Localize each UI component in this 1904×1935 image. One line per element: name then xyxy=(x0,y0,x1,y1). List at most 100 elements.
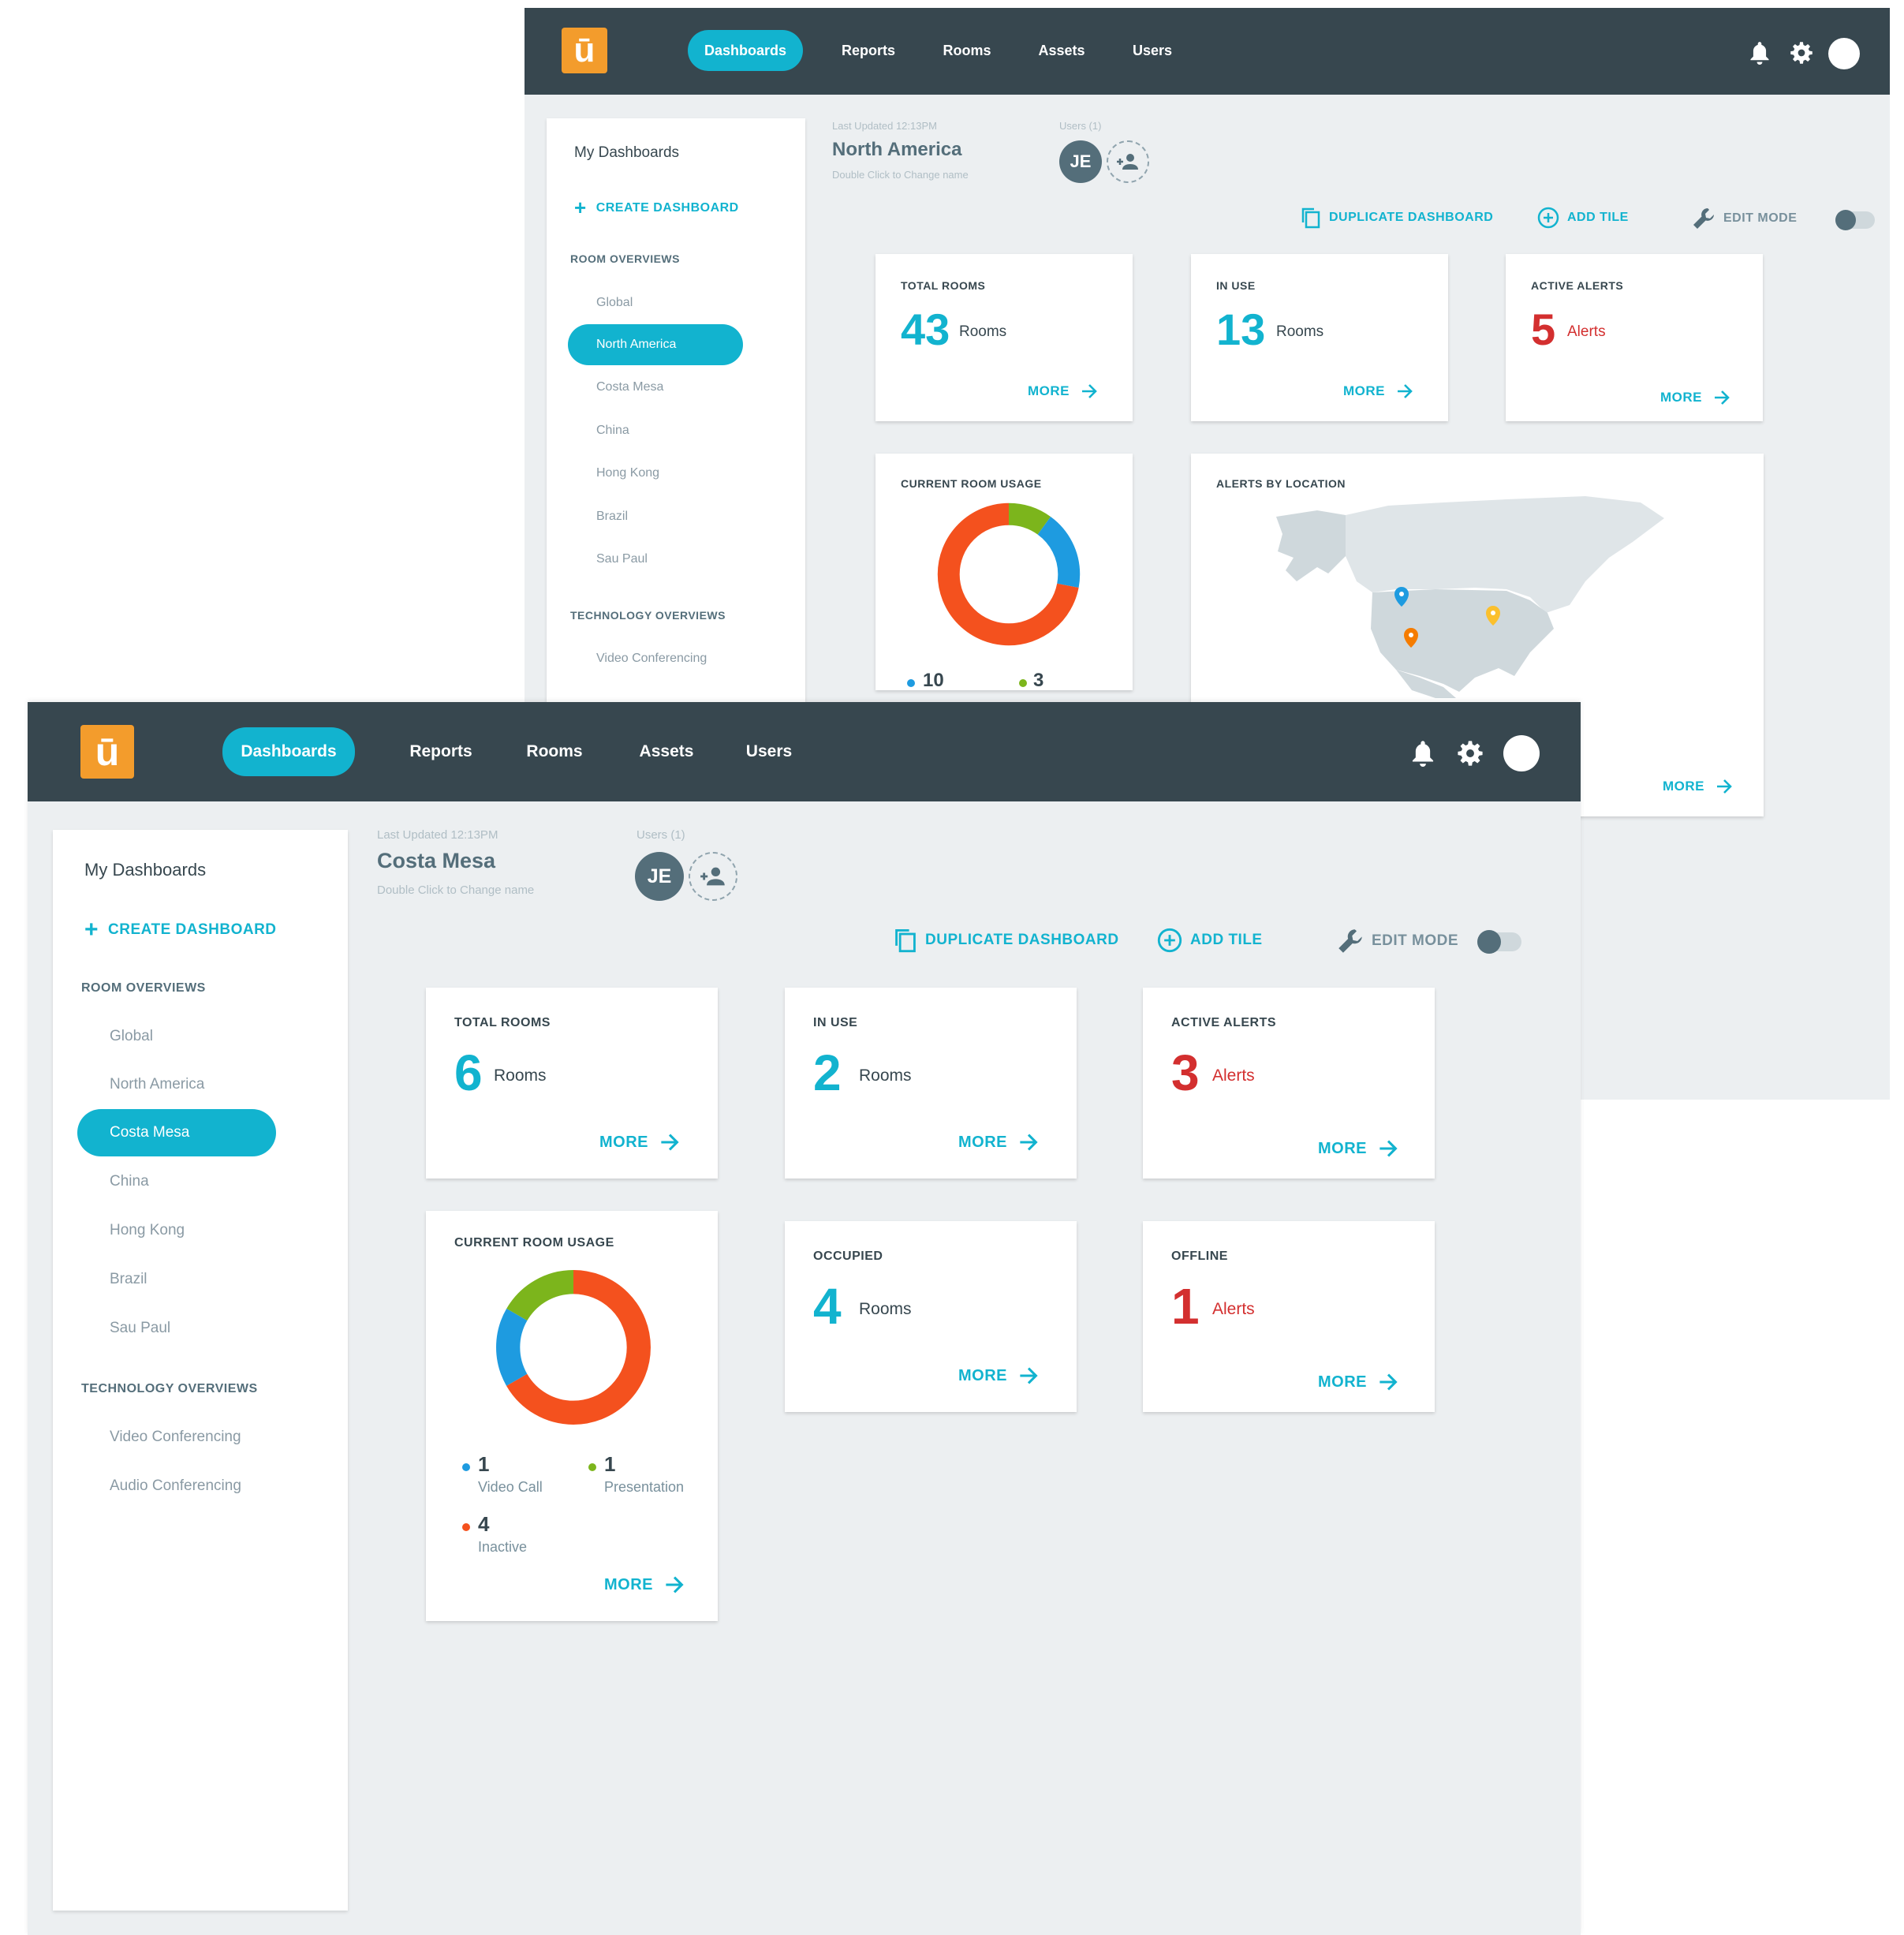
tile-current-room-usage[interactable]: CURRENT ROOM USAGE 1 Video Call 1 Presen… xyxy=(426,1211,718,1621)
duplicate-dashboard-label: DUPLICATE DASHBOARD xyxy=(1329,211,1494,224)
toggle-knob xyxy=(1835,210,1856,230)
more-link[interactable]: MORE xyxy=(1028,383,1098,399)
tile-active-alerts[interactable]: ACTIVE ALERTS 5 Alerts MORE xyxy=(1506,254,1763,421)
rename-hint: Double Click to Change name xyxy=(832,169,969,181)
tile-unit: Alerts xyxy=(1212,1300,1255,1318)
arrow-right-icon xyxy=(1717,779,1732,794)
duplicate-dashboard-button[interactable]: DUPLICATE DASHBOARD xyxy=(1301,207,1493,229)
dashboards-sidebar: My Dashboards + CREATE DASHBOARD ROOM OV… xyxy=(53,830,348,1911)
create-dashboard-label: CREATE DASHBOARD xyxy=(595,200,739,215)
tile-title: ACTIVE ALERTS xyxy=(1531,279,1624,292)
tile-total-rooms[interactable]: TOTAL ROOMS 6 Rooms MORE xyxy=(426,988,718,1179)
tile-title: OFFLINE xyxy=(1171,1250,1228,1263)
user-avatar[interactable]: JE xyxy=(635,852,684,901)
more-link[interactable]: MORE xyxy=(1663,779,1733,794)
duplicate-dashboard-button[interactable]: DUPLICATE DASHBOARD xyxy=(894,928,1119,953)
nav-assets[interactable]: Assets xyxy=(1022,30,1101,71)
tile-occupied[interactable]: OCCUPIED 4 Rooms MORE xyxy=(785,1221,1077,1412)
more-link[interactable]: MORE xyxy=(958,1133,1039,1152)
nav-dashboards[interactable]: Dashboards xyxy=(222,727,355,776)
arrow-right-icon xyxy=(1082,384,1097,398)
nav-users[interactable]: Users xyxy=(1117,30,1188,71)
more-label: MORE xyxy=(1663,779,1704,794)
copy-icon xyxy=(1301,207,1320,229)
more-link[interactable]: MORE xyxy=(604,1575,685,1594)
arrow-right-icon xyxy=(1020,1367,1038,1384)
nav-reports[interactable]: Reports xyxy=(825,30,912,71)
sidebar-item-brazil[interactable]: Brazil xyxy=(568,496,743,537)
sidebar-item-china[interactable]: China xyxy=(568,410,743,451)
sidebar-item-global[interactable]: Global xyxy=(568,282,743,323)
gear-icon[interactable] xyxy=(1790,41,1813,65)
arrow-right-icon xyxy=(666,1576,684,1593)
wrench-icon xyxy=(1693,208,1714,229)
more-link[interactable]: MORE xyxy=(1660,390,1730,405)
more-link[interactable]: MORE xyxy=(958,1366,1039,1385)
top-navigation-bar: ū Dashboards Reports Rooms Assets Users xyxy=(525,8,1890,95)
last-updated-text: Last Updated 12:13PM xyxy=(377,828,498,842)
sidebar-item-audio-conferencing[interactable]: Audio Conferencing xyxy=(77,1462,314,1510)
user-avatar[interactable]: JE xyxy=(1059,140,1102,183)
nav-reports[interactable]: Reports xyxy=(398,727,484,776)
nav-users[interactable]: Users xyxy=(734,727,805,776)
tile-active-alerts[interactable]: ACTIVE ALERTS 3 Alerts MORE xyxy=(1143,988,1435,1179)
dashboard-name[interactable]: Costa Mesa xyxy=(377,849,495,873)
sidebar-item-north-america[interactable]: North America xyxy=(568,324,743,365)
dashboard-name[interactable]: North America xyxy=(832,139,961,161)
legend-value-video-call: 1 xyxy=(478,1452,490,1476)
sidebar-title: My Dashboards xyxy=(84,860,207,880)
create-dashboard-button[interactable]: + CREATE DASHBOARD xyxy=(574,196,739,220)
tile-offline[interactable]: OFFLINE 1 Alerts MORE xyxy=(1143,1221,1435,1412)
bell-icon[interactable] xyxy=(1749,41,1771,65)
edit-mode-toggle[interactable] xyxy=(1835,210,1875,230)
sidebar-item-costa-mesa[interactable]: Costa Mesa xyxy=(77,1109,276,1156)
tile-in-use[interactable]: IN USE 13 Rooms MORE xyxy=(1191,254,1448,421)
add-user-button[interactable] xyxy=(689,852,737,901)
add-tile-button[interactable]: ADD TILE xyxy=(1537,207,1629,229)
bell-icon[interactable] xyxy=(1410,740,1435,767)
edit-mode-toggle[interactable] xyxy=(1477,930,1521,954)
tile-total-rooms[interactable]: TOTAL ROOMS 43 Rooms MORE xyxy=(875,254,1133,421)
sidebar-item-china[interactable]: China xyxy=(77,1158,276,1205)
arrow-right-icon xyxy=(1379,1373,1398,1391)
sidebar-item-north-america[interactable]: North America xyxy=(77,1061,276,1108)
nav-dashboards[interactable]: Dashboards xyxy=(688,30,803,71)
add-tile-label: ADD TILE xyxy=(1567,211,1629,224)
tile-current-room-usage[interactable]: CURRENT ROOM USAGE 10 3 xyxy=(875,454,1133,691)
tile-title: ALERTS BY LOCATION xyxy=(1216,477,1346,490)
tile-title: TOTAL ROOMS xyxy=(901,279,986,292)
tile-title: IN USE xyxy=(1216,279,1256,292)
legend-label-presentation: Presentation xyxy=(604,1479,685,1495)
app-logo[interactable]: ū xyxy=(80,725,134,779)
more-link[interactable]: MORE xyxy=(1318,1373,1398,1391)
tile-in-use[interactable]: IN USE 2 Rooms MORE xyxy=(785,988,1077,1179)
sidebar-title: My Dashboards xyxy=(574,144,680,161)
add-user-button[interactable] xyxy=(1107,140,1149,183)
sidebar-item-video-conferencing[interactable]: Video Conferencing xyxy=(77,1414,314,1461)
profile-avatar[interactable] xyxy=(1503,735,1540,771)
tile-value: 1 xyxy=(1171,1278,1200,1335)
sidebar-item-video-conferencing[interactable]: Video Conferencing xyxy=(568,638,773,679)
create-dashboard-button[interactable]: + CREATE DASHBOARD xyxy=(84,917,277,943)
sidebar-item-sau-paul[interactable]: Sau Paul xyxy=(568,539,743,580)
more-link[interactable]: MORE xyxy=(1343,383,1413,399)
more-link[interactable]: MORE xyxy=(1318,1139,1398,1158)
profile-avatar[interactable] xyxy=(1828,38,1860,69)
add-circle-icon xyxy=(1537,207,1559,229)
nav-rooms[interactable]: Rooms xyxy=(928,30,1006,71)
nav-rooms[interactable]: Rooms xyxy=(515,727,594,776)
edit-mode-label-group: EDIT MODE xyxy=(1337,928,1458,954)
sidebar-item-global[interactable]: Global xyxy=(77,1013,276,1060)
sidebar-item-costa-mesa[interactable]: Costa Mesa xyxy=(568,367,743,408)
arrow-right-icon xyxy=(1398,384,1413,398)
add-tile-button[interactable]: ADD TILE xyxy=(1157,928,1263,953)
more-link[interactable]: MORE xyxy=(599,1133,680,1152)
sidebar-item-sau-paul[interactable]: Sau Paul xyxy=(77,1305,276,1352)
sidebar-item-brazil[interactable]: Brazil xyxy=(77,1256,276,1303)
nav-assets[interactable]: Assets xyxy=(627,727,706,776)
app-logo[interactable]: ū xyxy=(562,28,607,73)
sidebar-item-hong-kong[interactable]: Hong Kong xyxy=(568,453,743,494)
sidebar-item-hong-kong[interactable]: Hong Kong xyxy=(77,1207,276,1254)
tile-unit: Alerts xyxy=(1567,323,1606,340)
gear-icon[interactable] xyxy=(1457,740,1484,767)
